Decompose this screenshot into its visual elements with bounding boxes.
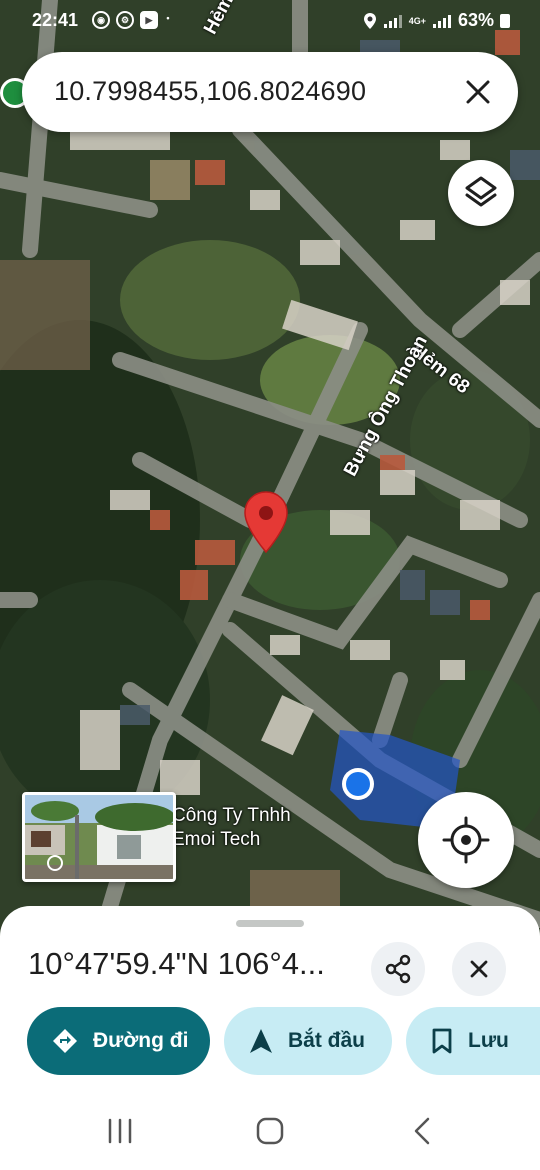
system-navigation-bar xyxy=(0,1090,540,1170)
cell-signal-icon xyxy=(432,14,451,28)
save-button[interactable]: Lưu xyxy=(406,1007,540,1075)
directions-icon xyxy=(53,1029,77,1053)
search-query[interactable]: 10.7998455,106.8024690 xyxy=(54,76,366,107)
save-label: Lưu xyxy=(468,1029,509,1052)
bookmark-icon xyxy=(432,1028,452,1054)
location-status-icon xyxy=(363,12,376,29)
my-location-button[interactable] xyxy=(418,792,514,888)
chrome-icon: ◉ xyxy=(92,11,110,29)
notification-icons: ◉ ⚙ ▶ • xyxy=(92,11,172,29)
navigation-arrow-icon xyxy=(250,1029,272,1053)
share-button[interactable] xyxy=(371,942,425,996)
layers-icon xyxy=(465,176,497,207)
layers-button[interactable] xyxy=(448,160,514,226)
share-icon xyxy=(385,954,411,984)
my-location-dot-icon xyxy=(342,768,374,800)
place-label-line2: Emoi Tech xyxy=(172,829,261,850)
maps-screen: Hẻm 68 Bưng Ông Thoàn Hẻm Công Ty Tnhh E… xyxy=(0,0,540,1170)
search-bar[interactable]: 10.7998455,106.8024690 xyxy=(22,52,518,132)
home-icon[interactable] xyxy=(252,1116,288,1146)
more-dot-icon: • xyxy=(166,13,170,23)
network-type: 4G+ xyxy=(408,15,426,26)
wifi-signal-icon xyxy=(383,14,402,28)
start-label: Bắt đầu xyxy=(288,1029,366,1052)
status-time: 22:41 xyxy=(32,10,79,30)
directions-button[interactable]: Đường đi xyxy=(27,1007,210,1075)
close-icon[interactable] xyxy=(458,72,498,112)
recents-icon[interactable] xyxy=(102,1116,138,1146)
status-bar: 22:41 ◉ ⚙ ▶ • 4G+ 63% xyxy=(0,0,540,40)
close-sheet-button[interactable] xyxy=(452,942,506,996)
youtube-icon: ▶ xyxy=(140,11,158,29)
street-view-image xyxy=(25,795,173,879)
settings-notif-icon: ⚙ xyxy=(116,11,134,29)
battery-percent: 63% xyxy=(457,10,494,30)
back-icon[interactable] xyxy=(404,1116,440,1146)
street-view-thumbnail[interactable] xyxy=(22,792,176,882)
close-icon xyxy=(470,960,488,978)
battery-icon xyxy=(500,13,510,28)
location-pin-icon[interactable] xyxy=(243,490,289,554)
start-navigation-button[interactable]: Bắt đầu xyxy=(224,1007,392,1075)
place-label[interactable]: Công Ty Tnhh Emoi Tech xyxy=(172,804,291,852)
status-indicators: 4G+ 63% xyxy=(363,10,510,31)
directions-label: Đường đi xyxy=(93,1029,189,1052)
place-label-line1: Công Ty Tnhh xyxy=(172,805,291,826)
my-location-icon xyxy=(442,816,490,864)
sheet-drag-handle[interactable] xyxy=(236,920,304,927)
coordinate-title: 10°47'59.4"N 106°4... xyxy=(28,946,325,981)
